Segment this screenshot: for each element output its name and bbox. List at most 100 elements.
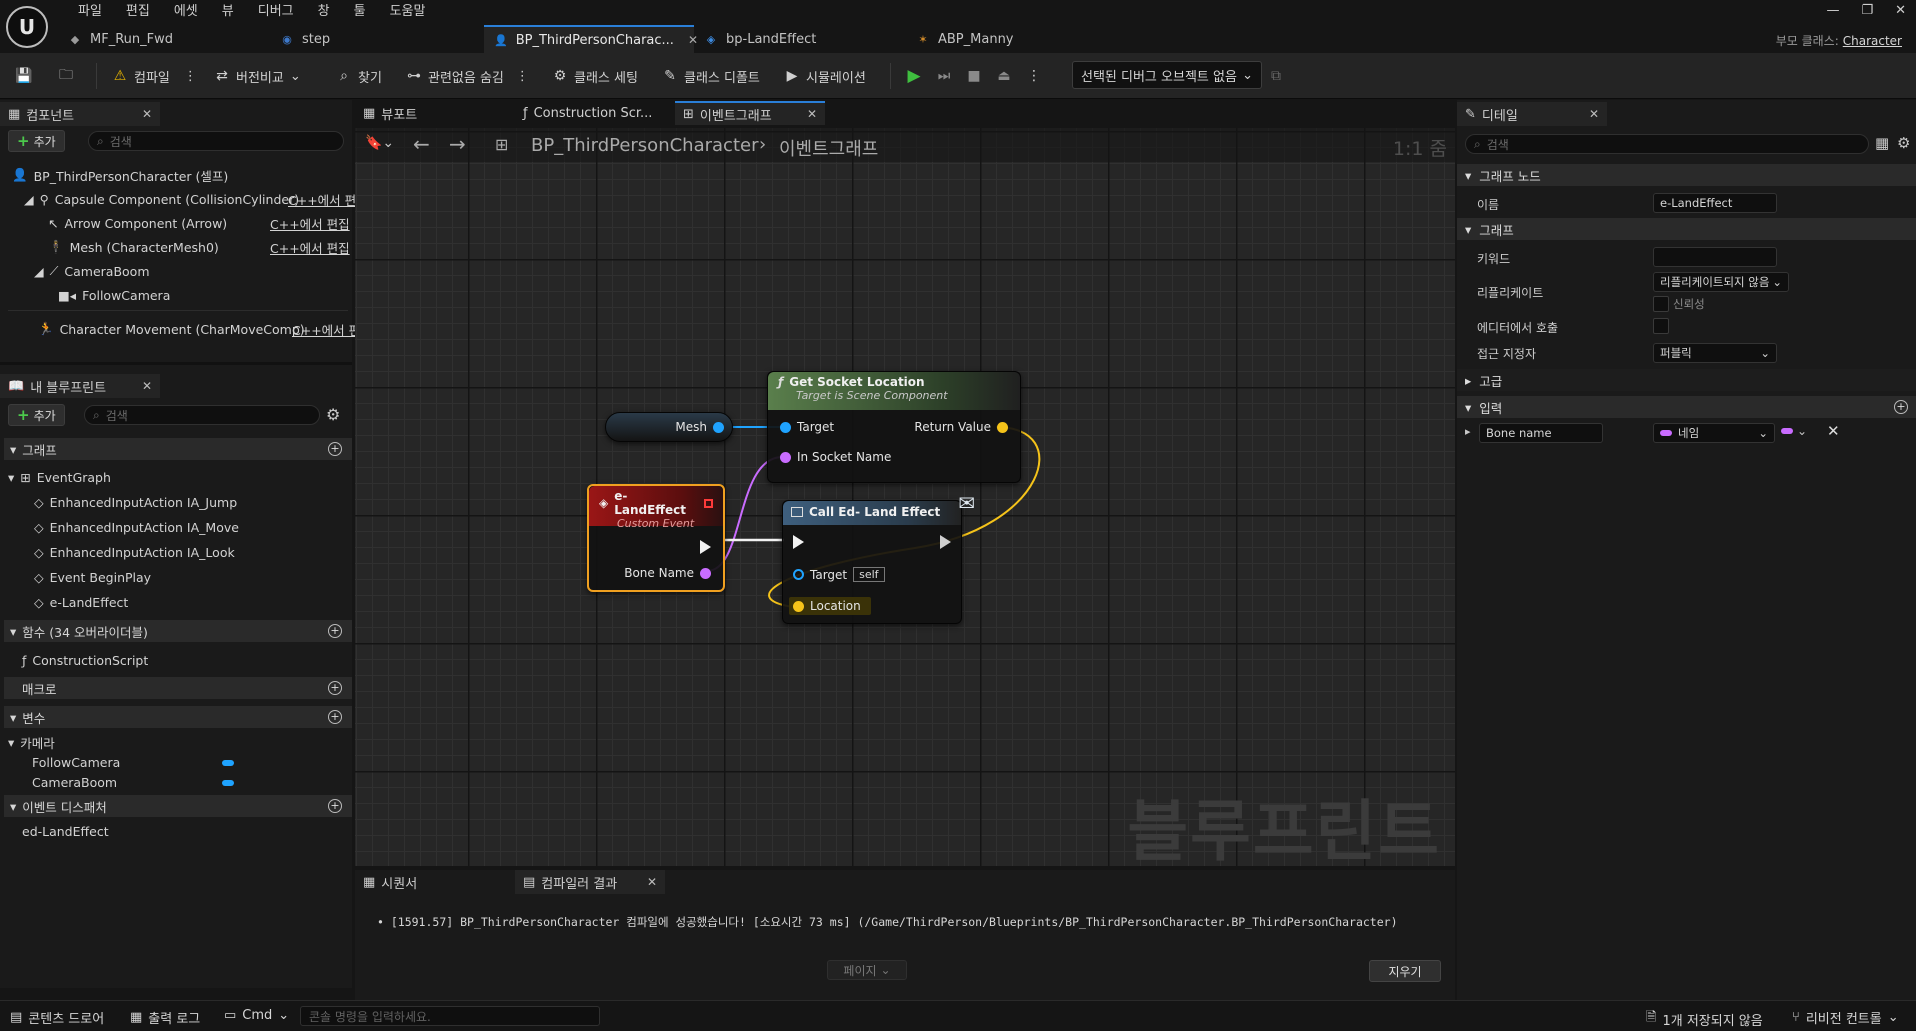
tab-viewport[interactable]: ▦ 뷰포트	[355, 101, 515, 125]
component-cameraboom[interactable]: ◢ ⟋ CameraBoom	[34, 260, 150, 282]
doc-tab-bp-third-person[interactable]: 👤 BP_ThirdPersonCharac... ✕	[484, 25, 698, 53]
compile-button[interactable]: ⚠ 컴파일 ⋮	[112, 65, 197, 87]
exec-then-pin[interactable]	[940, 535, 951, 549]
inputs-section[interactable]: ▾ 입력 +	[1457, 396, 1916, 418]
container-type-select[interactable]: ⌄	[1781, 424, 1807, 438]
input-name-field[interactable]: Bone name	[1479, 423, 1603, 443]
close-panel-icon[interactable]: ✕	[142, 107, 152, 121]
menu-asset[interactable]: 에셋	[162, 2, 210, 22]
input-type-select[interactable]: 네임 ⌄	[1653, 423, 1775, 443]
tab-event-graph[interactable]: ⊞ 이벤트그래프 ✕	[675, 101, 825, 125]
unsaved-button[interactable]: 🗎 1개 저장되지 않음	[1646, 1008, 1763, 1030]
eject-icon[interactable]: ⏏	[996, 68, 1012, 84]
menu-window[interactable]: 창	[306, 2, 342, 22]
custom-event-node[interactable]: ◈ e-LandEffect Custom Event Bone Name	[587, 484, 725, 592]
edit-in-cpp-link[interactable]: C++에서 편	[288, 188, 356, 210]
collapse-arrow-icon[interactable]: ◢	[24, 192, 34, 207]
edit-in-cpp-link[interactable]: C++에서 편집	[270, 236, 350, 258]
event-item[interactable]: ◇ EnhancedInputAction IA_Move	[34, 516, 239, 538]
browse-button[interactable]: 🗀	[58, 65, 74, 87]
my-blueprint-search[interactable]: ⌕ 검색	[84, 405, 320, 425]
exec-in-pin[interactable]	[793, 535, 804, 549]
mesh-getter-node[interactable]: Mesh	[605, 412, 733, 442]
close-panel-icon[interactable]: ✕	[142, 379, 152, 393]
macros-section[interactable]: 매크로 +	[4, 677, 352, 699]
expand-arrow-icon[interactable]: ▸	[1465, 425, 1471, 438]
minimize-icon[interactable]: —	[1826, 3, 1839, 18]
component-mesh[interactable]: 🕴 Mesh (CharacterMesh0)	[48, 236, 219, 258]
gear-icon[interactable]: ⚙	[326, 405, 340, 424]
add-variable-icon[interactable]: +	[328, 710, 342, 724]
location-pin[interactable]: Location	[789, 597, 871, 615]
add-component-button[interactable]: + 추가	[8, 130, 65, 152]
menu-file[interactable]: 파일	[66, 2, 114, 22]
my-blueprint-tab[interactable]: 📖 내 블루프린트 ✕	[0, 374, 160, 398]
debug-object-select[interactable]: 선택된 디버그 오브젝트 없음 ⌄	[1072, 61, 1262, 89]
table-view-icon[interactable]: ▦	[1875, 134, 1889, 152]
advanced-section[interactable]: ▸ 고급	[1457, 369, 1916, 391]
console-input[interactable]: 콘솔 명령을 입력하세요.	[300, 1006, 600, 1026]
name-field[interactable]: e-LandEffect	[1653, 193, 1777, 213]
tab-construction-script[interactable]: ƒ Construction Scr...	[515, 101, 675, 125]
menu-tools[interactable]: 툴	[342, 2, 378, 22]
class-defaults-button[interactable]: ✎ 클래스 디폴트	[662, 65, 760, 87]
variables-section[interactable]: ▾ 변수 +	[4, 706, 352, 728]
mesh-output-pin[interactable]: Mesh	[675, 420, 724, 434]
close-tab-icon[interactable]: ✕	[807, 107, 817, 121]
unreal-logo-icon[interactable]: U	[6, 6, 48, 48]
play-icon[interactable]: ▶	[906, 66, 922, 86]
graphs-section[interactable]: ▾ 그래프 +	[4, 438, 352, 460]
restore-icon[interactable]: ❐	[1861, 3, 1873, 18]
event-item[interactable]: ◇ EnhancedInputAction IA_Jump	[34, 491, 237, 513]
hide-unrelated-button[interactable]: ⊶ 관련없음 숨김 ⋮	[406, 65, 529, 87]
remove-input-icon[interactable]: ✕	[1827, 422, 1840, 440]
exec-out-pin[interactable]	[700, 540, 711, 554]
graph-node-section[interactable]: ▾ 그래프 노드	[1457, 164, 1916, 186]
bone-name-pin[interactable]: Bone Name	[624, 566, 711, 580]
call-dispatcher-node[interactable]: Call Ed- Land Effect ✉ Target self Locati…	[782, 491, 975, 624]
tab-compiler-results[interactable]: ▤ 컴파일러 결과 ✕	[515, 870, 665, 894]
dispatcher-item[interactable]: ed-LandEffect	[22, 820, 109, 842]
function-item[interactable]: ƒ ConstructionScript	[22, 649, 148, 671]
access-select[interactable]: 퍼블릭 ⌄	[1653, 343, 1777, 363]
event-graph-item[interactable]: ▾ ⊞ EventGraph	[8, 466, 111, 488]
variable-category[interactable]: ▾ 카메라	[8, 731, 55, 753]
parent-class-link[interactable]: Character	[1843, 34, 1902, 48]
tab-sequencer[interactable]: ▦ 시퀀서	[355, 870, 515, 894]
component-arrow[interactable]: ↖ Arrow Component (Arrow)	[48, 212, 227, 234]
doc-tab-mf-run-fwd[interactable]: ◆ MF_Run_Fwd	[58, 25, 270, 53]
menu-debug[interactable]: 디버그	[246, 2, 306, 22]
class-settings-button[interactable]: ⚙ 클래스 세팅	[552, 65, 638, 87]
stop-icon[interactable]: ■	[966, 68, 982, 84]
menu-view[interactable]: 뷰	[210, 2, 246, 22]
add-dispatcher-icon[interactable]: +	[328, 799, 342, 813]
add-graph-icon[interactable]: +	[328, 442, 342, 456]
close-panel-icon[interactable]: ✕	[1589, 107, 1599, 121]
save-button[interactable]: 💾	[15, 65, 32, 87]
output-log-button[interactable]: ▦ 출력 로그	[130, 1008, 200, 1027]
keywords-field[interactable]	[1653, 247, 1777, 267]
more-icon[interactable]: ⋮	[184, 69, 197, 84]
gear-icon[interactable]: ⚙	[1897, 134, 1910, 152]
content-drawer-button[interactable]: ▤ 콘텐츠 드로어	[10, 1008, 104, 1027]
collapse-arrow-icon[interactable]: ◢	[34, 264, 44, 279]
edit-in-cpp-link[interactable]: C++에서 편	[292, 318, 360, 340]
target-self-value[interactable]: self	[853, 567, 885, 582]
event-graph-canvas[interactable]: 🔖⌄ ← → ⊞ BP_ThirdPersonCharacter › 이벤트그래…	[355, 128, 1455, 866]
graph-section[interactable]: ▾ 그래프	[1457, 218, 1916, 240]
close-tab-icon[interactable]: ✕	[647, 875, 657, 889]
component-capsule[interactable]: ◢ ⚲ Capsule Component (CollisionCylinder)	[24, 188, 299, 210]
functions-section[interactable]: ▾ 함수 (34 오버라이더블) +	[4, 620, 352, 642]
doc-tab-abp-manny[interactable]: ✶ ABP_Manny	[906, 25, 1066, 53]
menu-help[interactable]: 도움말	[378, 2, 438, 22]
component-charmove[interactable]: 🏃 Character Movement (CharMoveComp)	[38, 318, 305, 340]
get-socket-location-node[interactable]: ƒ Get Socket Location Target is Scene Com…	[767, 371, 1021, 483]
page-select[interactable]: 페이지 ⌄	[827, 960, 907, 980]
event-item[interactable]: ◇ EnhancedInputAction IA_Look	[34, 541, 235, 563]
details-search[interactable]: ⌕ 검색	[1465, 134, 1869, 154]
reliable-checkbox[interactable]	[1653, 296, 1669, 312]
event-item[interactable]: ◇ Event BeginPlay	[34, 566, 151, 588]
details-tab[interactable]: ✎ 디테일 ✕	[1457, 102, 1607, 126]
event-item[interactable]: ◇ e-LandEffect	[34, 591, 128, 613]
compile-log-line[interactable]: • [1591.57] BP_ThirdPersonCharacter 컴파일에…	[377, 914, 1398, 930]
